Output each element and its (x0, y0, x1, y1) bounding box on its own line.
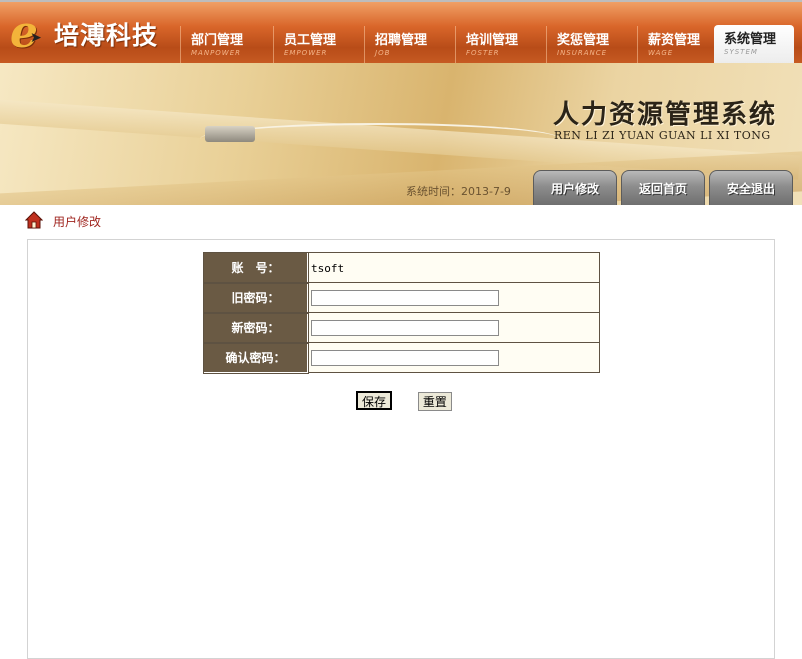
plug-graphic (205, 126, 255, 142)
breadcrumb: 用户修改 (0, 205, 802, 238)
nav-label: 招聘管理 (375, 33, 428, 48)
system-title: 人力资源管理系统 (553, 100, 778, 130)
reset-button[interactable]: 重置 (417, 392, 452, 411)
nav-sublabel: INSURANCE (557, 49, 608, 57)
user-edit-form: 账 号： tsoft 旧密码： 新密码： 确认密码： (202, 251, 600, 374)
top-nav-bar: e ➤ 培溥科技 部门管理 MANPOWER 员工管理 EMPOWER 招聘管理… (0, 0, 802, 64)
system-subtitle: REN LI ZI YUAN GUAN LI XI TONG (554, 129, 771, 142)
form-actions: 保存 重置 (356, 391, 474, 411)
nav-item-training[interactable]: 培训管理 FOSTER (455, 26, 545, 64)
save-button[interactable]: 保存 (356, 391, 393, 410)
form-row-old-password: 旧密码： (202, 281, 600, 314)
confirm-password-label: 确认密码： (202, 341, 309, 374)
nav-sublabel: MANPOWER (191, 49, 242, 57)
confirm-password-input[interactable] (311, 349, 499, 366)
cursor-arrow-icon: ➤ (30, 30, 42, 46)
nav-item-department[interactable]: 部门管理 MANPOWER (180, 26, 270, 64)
nav-item-recruitment[interactable]: 招聘管理 JOB (364, 26, 454, 64)
form-row-confirm-password: 确认密码： (202, 341, 600, 374)
account-label: 账 号： (202, 251, 309, 284)
breadcrumb-current[interactable]: 用户修改 (53, 213, 101, 230)
system-time-value: 2013-7-9 (461, 185, 511, 198)
nav-label: 员工管理 (284, 33, 337, 48)
account-value: tsoft (311, 261, 345, 275)
system-time-label: 系统时间： (406, 185, 461, 198)
form-row-account: 账 号： tsoft (202, 251, 600, 284)
nav-label: 奖惩管理 (557, 33, 610, 48)
form-row-new-password: 新密码： (202, 311, 600, 344)
home-icon (25, 211, 43, 229)
nav-item-rewards[interactable]: 奖惩管理 INSURANCE (546, 26, 636, 64)
system-time: 系统时间：2013-7-9 (406, 183, 511, 199)
nav-item-employee[interactable]: 员工管理 EMPOWER (273, 26, 363, 64)
nav-item-system[interactable]: 系统管理 SYSTEM (714, 25, 794, 64)
old-password-label: 旧密码： (202, 281, 309, 314)
nav-sublabel: SYSTEM (724, 48, 758, 56)
new-password-input[interactable] (311, 319, 499, 336)
nav-sublabel: FOSTER (466, 49, 500, 57)
nav-label: 培训管理 (466, 33, 519, 48)
home-button[interactable]: 返回首页 (621, 170, 705, 205)
logo: e ➤ 培溥科技 (8, 10, 168, 56)
logout-button[interactable]: 安全退出 (709, 170, 793, 205)
nav-sublabel: JOB (375, 49, 391, 57)
old-password-input[interactable] (311, 289, 499, 306)
nav-label: 部门管理 (191, 33, 244, 48)
banner: 人力资源管理系统 REN LI ZI YUAN GUAN LI XI TONG … (0, 63, 802, 205)
nav-label: 系统管理 (724, 32, 777, 47)
new-password-label: 新密码： (202, 311, 309, 344)
logo-text: 培溥科技 (54, 21, 159, 50)
nav-sublabel: EMPOWER (284, 49, 328, 57)
content-panel: 账 号： tsoft 旧密码： 新密码： 确认密码： 保存 重置 (27, 239, 775, 659)
user-edit-button[interactable]: 用户修改 (533, 170, 617, 205)
